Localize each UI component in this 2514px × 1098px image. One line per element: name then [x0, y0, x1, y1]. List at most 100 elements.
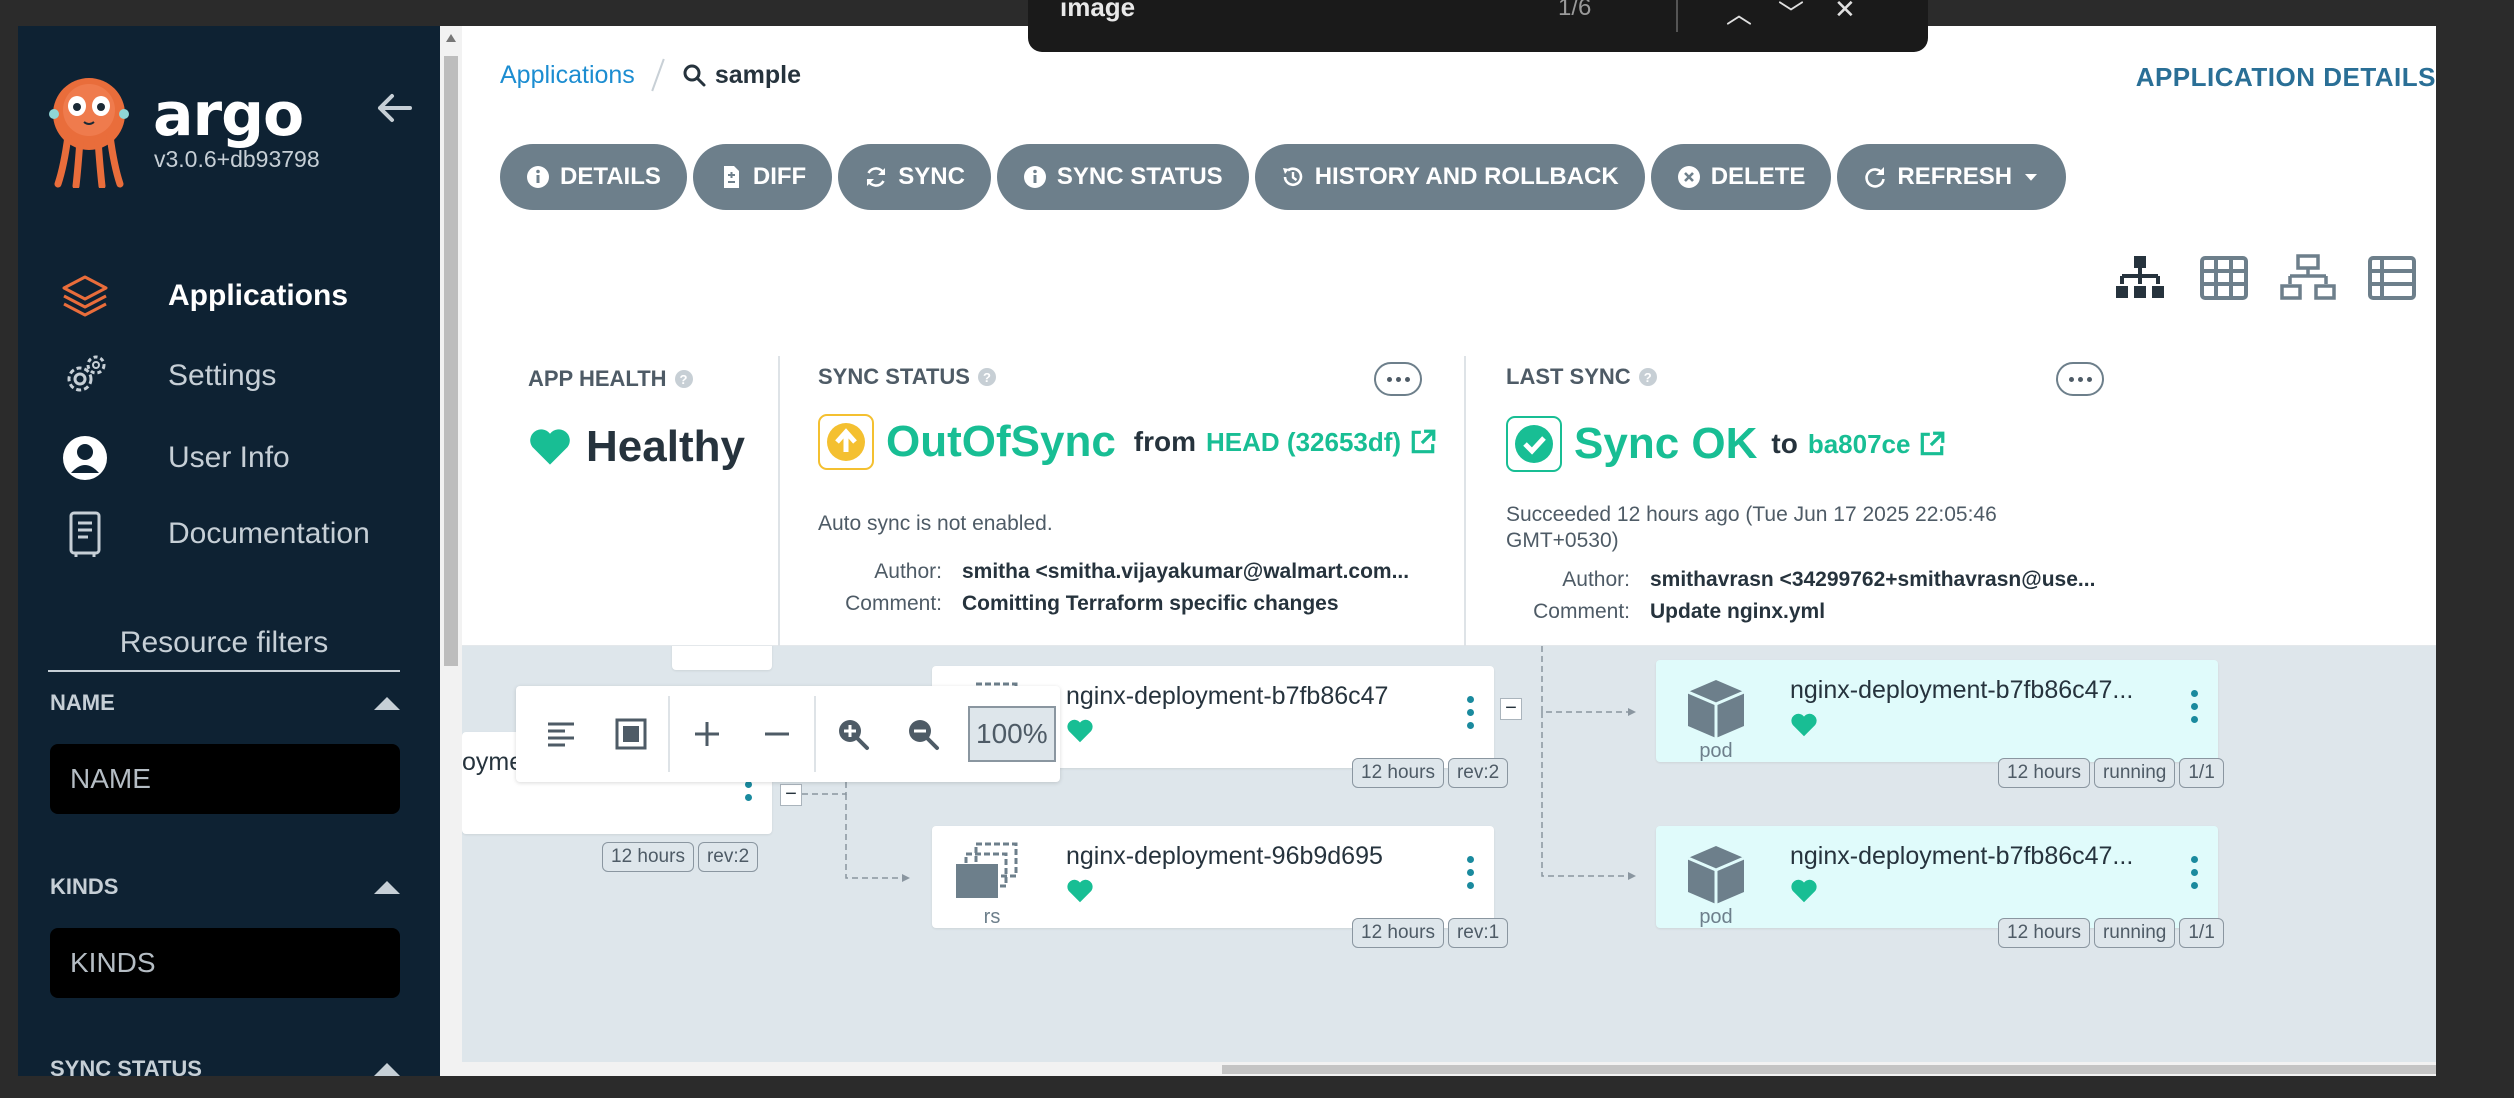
author-key: Author:: [874, 560, 942, 583]
scroll-up-arrow[interactable]: [446, 34, 456, 42]
pod-node[interactable]: pod nginx-deployment-b7fb86c47...: [1656, 660, 2218, 762]
sync-status-more-button[interactable]: [1374, 362, 1422, 396]
divider: [1676, 0, 1678, 32]
sync-comment-value: Comitting Terraform specific changes: [962, 592, 1339, 615]
sync-status-button-label: SYNC STATUS: [1056, 163, 1223, 190]
filter-kinds-header[interactable]: KINDS: [50, 874, 400, 900]
arrow-circle-up-icon: [818, 414, 874, 470]
refresh-button-label: REFRESH: [1897, 163, 2013, 190]
kebab-menu-icon[interactable]: [2191, 856, 2198, 889]
align-left-button[interactable]: [526, 699, 596, 769]
breadcrumb-applications-link[interactable]: Applications: [500, 61, 635, 90]
help-icon[interactable]: ?: [1638, 368, 1657, 386]
collapse-toggle[interactable]: −: [1500, 698, 1522, 720]
refresh-button[interactable]: REFRESH: [1837, 144, 2067, 210]
find-previous-button[interactable]: ︿: [1726, 0, 1752, 31]
last-sync-author-row: Author: smithavrasn <34299762+smithavras…: [1506, 568, 2095, 592]
delete-button[interactable]: DELETE: [1650, 144, 1832, 210]
scrollbar-thumb[interactable]: [1222, 1065, 2436, 1074]
tree-view-icon[interactable]: [2112, 254, 2168, 302]
zoom-in-icon: [839, 720, 869, 750]
nav-settings[interactable]: Settings: [58, 346, 418, 406]
plus-icon: [695, 722, 719, 746]
zoom-level[interactable]: 100%: [968, 706, 1056, 762]
breadcrumb: Applications sample: [500, 58, 801, 92]
pod-node-tags: 12 hours running 1/1: [1998, 918, 2224, 948]
app-health-label: APP HEALTH?: [528, 366, 693, 392]
divider: [814, 696, 816, 772]
help-icon[interactable]: ?: [977, 368, 996, 386]
kebab-menu-icon[interactable]: [1467, 856, 1474, 889]
comment-key: Comment:: [845, 592, 942, 615]
details-button[interactable]: DETAILS: [500, 144, 687, 210]
heart-icon: [1067, 719, 1093, 743]
filter-name-input[interactable]: [50, 744, 400, 814]
sync-button[interactable]: SYNC: [838, 144, 991, 210]
network-view-icon[interactable]: [2280, 254, 2336, 302]
help-icon[interactable]: ?: [674, 370, 693, 388]
nav-documentation[interactable]: Documentation: [58, 504, 418, 564]
external-link-icon[interactable]: [1918, 430, 1946, 458]
tag: 12 hours: [1998, 918, 2090, 948]
external-link-icon[interactable]: [1409, 428, 1437, 456]
tag: running: [2093, 918, 2176, 948]
sync-status-value: OutOfSync: [886, 417, 1116, 466]
find-query[interactable]: image: [1060, 0, 1135, 23]
nav-user-info[interactable]: User Info: [58, 428, 418, 488]
zoom-out-button[interactable]: [888, 699, 958, 769]
collapse-button[interactable]: [742, 699, 812, 769]
nav-applications[interactable]: Applications: [58, 266, 418, 326]
diff-button-label: DIFF: [752, 163, 807, 190]
sync-status-label: SYNC STATUS?: [818, 364, 996, 390]
redo-icon: [1865, 167, 1886, 188]
resource-graph[interactable]: oyment 12 hours rev:2 − nginx-deployment…: [462, 646, 2436, 1076]
history-icon: [1282, 167, 1302, 186]
sync-icon: [866, 167, 886, 187]
last-sync-comment-value: Update nginx.yml: [1650, 600, 1826, 623]
pod-node[interactable]: pod nginx-deployment-b7fb86c47...: [1656, 826, 2218, 928]
user-circle-icon: [63, 436, 107, 480]
last-sync-revision-link[interactable]: ba807ce: [1808, 429, 1911, 460]
scrollbar-thumb[interactable]: [444, 56, 458, 666]
find-close-button[interactable]: ✕: [1834, 0, 1856, 25]
deployment-tags: 12 hours rev:2: [602, 842, 759, 872]
find-count: 1/6: [1558, 0, 1592, 21]
vertical-scrollbar[interactable]: [440, 26, 462, 1076]
grid-view-icon[interactable]: [2196, 254, 2252, 302]
resource-filters-title: Resource filters: [48, 626, 400, 672]
zoom-in-button[interactable]: [818, 699, 888, 769]
heart-icon: [530, 429, 570, 465]
fit-screen-button[interactable]: [596, 699, 666, 769]
node-name: nginx-deployment-96b9d695: [1066, 842, 1383, 870]
app-window: argo v3.0.6+db93798 Applications Setting…: [18, 26, 2436, 1076]
filter-sync-status-header[interactable]: SYNC STATUS: [50, 1056, 400, 1076]
argo-octopus-logo: [49, 78, 129, 188]
find-next-button[interactable]: ﹀: [1778, 0, 1804, 31]
heart-icon: [1791, 879, 1817, 903]
auto-sync-note: Auto sync is not enabled.: [818, 512, 1053, 535]
last-sync-more-button[interactable]: [2056, 362, 2104, 396]
app-health-status: Healthy: [528, 422, 745, 472]
history-and-rollback-button[interactable]: HISTORY AND ROLLBACK: [1254, 144, 1645, 210]
search-icon: [683, 64, 706, 87]
horizontal-scrollbar[interactable]: [462, 1062, 2436, 1076]
caret-up-icon: [374, 1062, 400, 1076]
kebab-menu-icon[interactable]: [1467, 696, 1474, 729]
filter-kinds-input[interactable]: [50, 928, 400, 998]
sync-status-button[interactable]: SYNC STATUS: [996, 144, 1249, 210]
list-view-icon[interactable]: [2364, 254, 2420, 302]
kebab-menu-icon[interactable]: [2191, 690, 2198, 723]
minus-icon: [765, 732, 789, 736]
arrow-left-icon[interactable]: [370, 84, 418, 132]
collapse-toggle[interactable]: −: [780, 784, 802, 806]
rs-node[interactable]: rs nginx-deployment-96b9d695: [932, 826, 1494, 928]
divider: [668, 696, 670, 772]
expand-button[interactable]: [672, 699, 742, 769]
breadcrumb-current[interactable]: sample: [681, 61, 801, 90]
file-diff-icon: [723, 166, 739, 188]
diff-button[interactable]: DIFF: [692, 144, 833, 210]
brand-name: argo: [153, 80, 304, 150]
filter-name-header[interactable]: NAME: [50, 690, 400, 716]
sync-revision-link[interactable]: HEAD (32653df): [1206, 427, 1401, 458]
last-sync-label-text: LAST SYNC: [1506, 364, 1631, 389]
